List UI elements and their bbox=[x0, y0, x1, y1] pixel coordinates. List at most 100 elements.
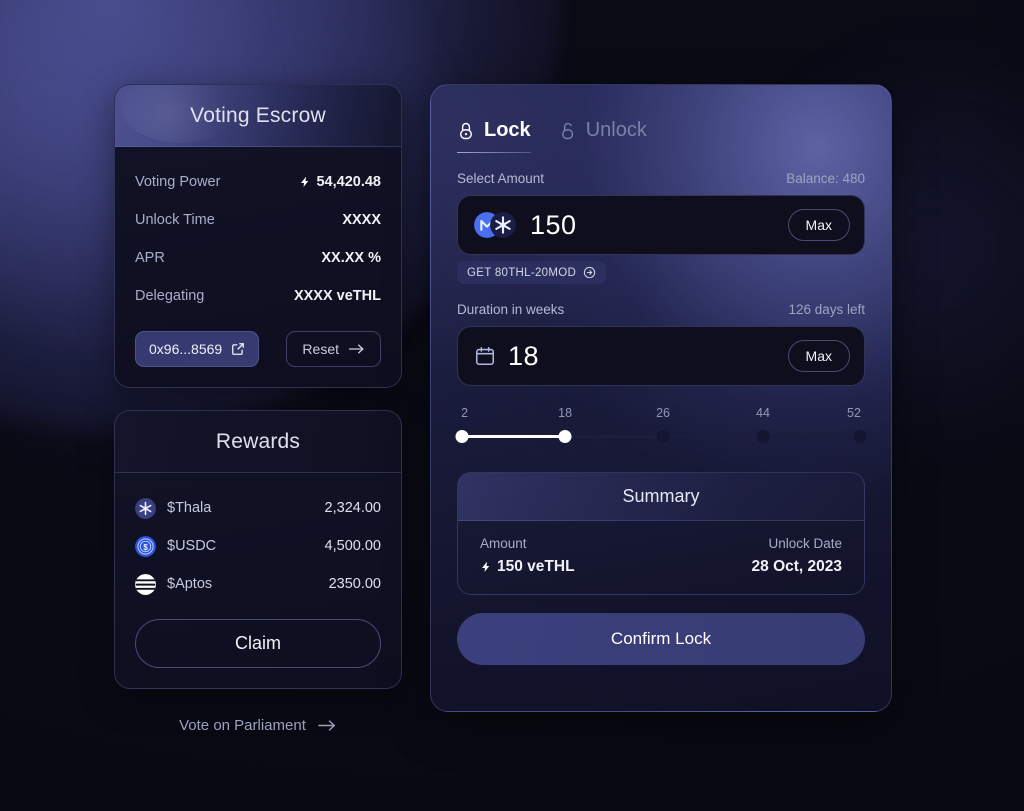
padlock-closed-icon bbox=[460, 122, 472, 139]
amount-field-label: Select Amount bbox=[457, 171, 545, 186]
slider-stop-44[interactable] bbox=[756, 430, 770, 443]
padlock-open-icon bbox=[561, 122, 573, 139]
get-lp-token-badge[interactable]: GET 80THL-20MOD bbox=[457, 261, 607, 284]
tab-unlock[interactable]: Unlock bbox=[559, 119, 647, 153]
reward-amount-aptos: 2350.00 bbox=[328, 576, 381, 592]
amount-input-box[interactable]: 150 Max bbox=[457, 195, 865, 255]
thala-token-icon bbox=[490, 212, 516, 238]
slider-tick-labels: 2 18 26 44 52 bbox=[457, 406, 865, 424]
confirm-lock-button[interactable]: Confirm Lock bbox=[457, 613, 865, 665]
days-left-label: 126 days left bbox=[788, 302, 865, 317]
duration-input-value: 18 bbox=[508, 340, 540, 371]
escrow-row-unlock-time: Unlock Time XXXX bbox=[135, 201, 381, 239]
vote-on-parliament-label: Vote on Parliament bbox=[179, 717, 306, 734]
summary-amount-text: 150 veTHL bbox=[497, 558, 575, 575]
escrow-action-row: 0x96...8569 Reset bbox=[135, 331, 381, 367]
rewards-title: Rewards bbox=[215, 429, 301, 453]
escrow-label-voting-power: Voting Power bbox=[135, 174, 221, 190]
escrow-label-delegating: Delegating bbox=[135, 288, 205, 304]
balance-label: Balance: 480 bbox=[786, 171, 865, 186]
voting-escrow-header: Voting Escrow bbox=[115, 85, 401, 147]
svg-text:$: $ bbox=[143, 542, 148, 551]
lock-unlock-tabs: Lock Unlock bbox=[457, 107, 865, 153]
summary-amount-label: Amount bbox=[480, 536, 527, 551]
escrow-row-voting-power: Voting Power 54,420.48 bbox=[135, 163, 381, 201]
slider-knob-start[interactable] bbox=[455, 430, 469, 443]
voting-escrow-title: Voting Escrow bbox=[190, 103, 326, 127]
slider-stop-26[interactable] bbox=[656, 430, 670, 443]
slider-tick-label-2: 2 bbox=[461, 406, 469, 420]
summary-amount-column: Amount 150 veTHL bbox=[480, 536, 575, 576]
summary-unlock-column: Unlock Date 28 Oct, 2023 bbox=[752, 536, 842, 576]
escrow-value-apr: XX.XX % bbox=[321, 250, 381, 266]
reward-left-thala: $Thala bbox=[135, 497, 212, 519]
reward-amount-thala: 2,324.00 bbox=[324, 500, 381, 516]
token-pair-icons bbox=[474, 212, 518, 238]
escrow-value-unlock-time: XXXX bbox=[342, 212, 381, 228]
rewards-card: Rewards $Thala 2,324.00 $ $USDC 4,500.00… bbox=[114, 410, 402, 689]
slider-knob-current[interactable] bbox=[558, 430, 572, 443]
slider-tick-label-18: 18 bbox=[558, 406, 573, 420]
external-link-icon bbox=[232, 343, 245, 355]
duration-field-header: Duration in weeks 126 days left bbox=[457, 302, 865, 317]
reward-row-thala: $Thala 2,324.00 bbox=[135, 489, 381, 527]
reward-row-usdc: $ $USDC 4,500.00 bbox=[135, 527, 381, 565]
summary-unlock-label: Unlock Date bbox=[768, 536, 842, 551]
circle-arrow-right-icon bbox=[583, 266, 596, 279]
duration-field-label: Duration in weeks bbox=[457, 302, 565, 317]
usdc-token-icon: $ bbox=[135, 535, 156, 557]
escrow-row-delegating: Delegating XXXX veTHL bbox=[135, 277, 381, 315]
reward-name-aptos: $Aptos bbox=[167, 576, 213, 592]
reward-name-usdc: $USDC bbox=[167, 538, 217, 554]
voting-escrow-body: Voting Power 54,420.48 Unlock Time XXXX … bbox=[115, 147, 401, 387]
get-lp-token-label: GET 80THL-20MOD bbox=[467, 266, 577, 279]
slider-tick-label-52: 52 bbox=[847, 406, 861, 420]
thala-token-icon bbox=[135, 497, 156, 519]
escrow-label-unlock-time: Unlock Time bbox=[135, 212, 215, 228]
app-root: Voting Escrow Voting Power 54,420.48 Unl… bbox=[0, 0, 1024, 811]
calendar-icon bbox=[475, 346, 495, 366]
slider-stop-52[interactable] bbox=[853, 430, 867, 443]
lock-panel-inner: Lock Unlock Select Amount Balance: 480 1… bbox=[431, 85, 891, 711]
reward-amount-usdc: 4,500.00 bbox=[324, 538, 381, 554]
escrow-value-delegating: XXXX veTHL bbox=[293, 288, 381, 304]
summary-amount-value: 150 veTHL bbox=[480, 558, 575, 576]
escrow-row-apr: APR XX.XX % bbox=[135, 239, 381, 277]
reward-left-usdc: $ $USDC bbox=[135, 535, 217, 557]
reset-button[interactable]: Reset bbox=[286, 331, 381, 367]
duration-input-box[interactable]: 18 Max bbox=[457, 326, 865, 386]
left-column: Voting Escrow Voting Power 54,420.48 Unl… bbox=[114, 84, 402, 734]
slider-tick-label-44: 44 bbox=[756, 406, 770, 420]
reward-name-thala: $Thala bbox=[167, 500, 212, 516]
reset-button-label: Reset bbox=[302, 341, 339, 357]
escrow-label-apr: APR bbox=[135, 250, 165, 266]
arrow-right-icon bbox=[318, 720, 335, 731]
slider-tick-label-26: 26 bbox=[656, 406, 670, 420]
slider-fill bbox=[457, 435, 566, 438]
aptos-token-icon bbox=[135, 573, 156, 595]
duration-slider[interactable]: 2 18 26 44 52 bbox=[455, 406, 867, 452]
tab-lock[interactable]: Lock bbox=[457, 119, 531, 153]
reward-left-aptos: $Aptos bbox=[135, 573, 213, 595]
summary-body: Amount 150 veTHL Unlock Date 28 Oct, 202… bbox=[458, 521, 864, 594]
tab-unlock-label: Unlock bbox=[585, 119, 647, 141]
lock-panel: Lock Unlock Select Amount Balance: 480 1… bbox=[430, 84, 892, 712]
claim-button[interactable]: Claim bbox=[135, 619, 381, 668]
summary-title: Summary bbox=[458, 473, 864, 521]
duration-max-button[interactable]: Max bbox=[787, 340, 850, 372]
rewards-header: Rewards bbox=[115, 411, 401, 473]
wallet-address-button[interactable]: 0x96...8569 bbox=[135, 331, 260, 367]
tab-lock-label: Lock bbox=[484, 119, 531, 141]
escrow-value-voting-power: 54,420.48 bbox=[299, 174, 381, 190]
bolt-icon bbox=[482, 562, 490, 572]
voting-escrow-card: Voting Escrow Voting Power 54,420.48 Unl… bbox=[114, 84, 402, 388]
amount-field-header: Select Amount Balance: 480 bbox=[457, 171, 865, 186]
escrow-value-voting-power-text: 54,420.48 bbox=[316, 174, 381, 190]
vote-on-parliament-link[interactable]: Vote on Parliament bbox=[114, 717, 402, 734]
reward-row-aptos: $Aptos 2350.00 bbox=[135, 565, 381, 603]
bolt-icon bbox=[301, 177, 309, 187]
summary-card: Summary Amount 150 veTHL Unlock Date 28 … bbox=[457, 472, 865, 595]
rewards-body: $Thala 2,324.00 $ $USDC 4,500.00 $Aptos … bbox=[115, 473, 401, 688]
summary-unlock-value: 28 Oct, 2023 bbox=[751, 558, 842, 575]
amount-max-button[interactable]: Max bbox=[787, 209, 850, 241]
